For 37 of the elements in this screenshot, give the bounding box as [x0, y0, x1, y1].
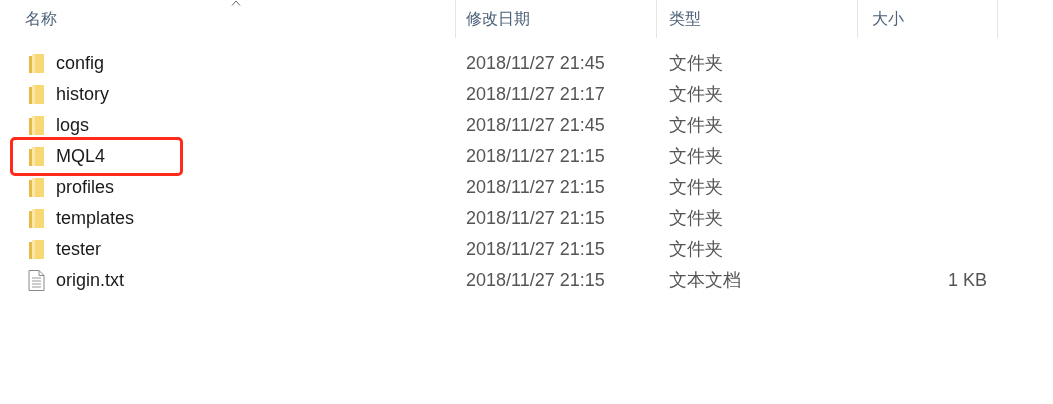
modified-date: 2018/11/27 21:15 [466, 177, 605, 197]
file-type: 文件夹 [669, 208, 723, 228]
file-type: 文件夹 [669, 115, 723, 135]
file-name[interactable]: profiles [56, 174, 115, 201]
file-type: 文件夹 [669, 239, 723, 259]
column-header[interactable]: 大小 [858, 0, 998, 38]
file-name[interactable]: origin.txt [56, 267, 125, 294]
column-header[interactable]: 修改日期 [456, 0, 657, 38]
file-type: 文件夹 [669, 177, 723, 197]
folder-icon [28, 84, 45, 105]
folder-icon [28, 239, 45, 260]
modified-date: 2018/11/27 21:45 [466, 53, 605, 73]
file-name[interactable]: history [56, 81, 109, 108]
modified-date: 2018/11/27 21:15 [466, 146, 605, 166]
file-type: 文件夹 [669, 53, 723, 73]
file-name[interactable]: tester [56, 236, 102, 263]
file-type: 文件夹 [669, 146, 723, 166]
folder-icon [28, 177, 45, 198]
modified-date: 2018/11/27 21:15 [466, 208, 605, 228]
file-type: 文件夹 [669, 84, 723, 104]
modified-date: 2018/11/27 21:15 [466, 270, 605, 290]
folder-icon [28, 208, 45, 229]
text-file-icon [28, 270, 45, 291]
file-name[interactable]: templates [56, 205, 135, 232]
file-name[interactable]: logs [56, 112, 90, 139]
column-header[interactable]: 类型 [657, 0, 858, 38]
file-name[interactable]: MQL4 [56, 143, 106, 170]
modified-date: 2018/11/27 21:45 [466, 115, 605, 135]
modified-date: 2018/11/27 21:17 [466, 84, 605, 104]
file-size: 1 KB [947, 270, 987, 290]
folder-icon [28, 53, 45, 74]
folder-icon [28, 146, 45, 167]
file-name[interactable]: config [56, 50, 105, 77]
modified-date: 2018/11/27 21:15 [466, 239, 605, 259]
file-type: 文本文档 [669, 270, 741, 290]
folder-icon [28, 115, 45, 136]
column-header[interactable]: 名称 [0, 0, 456, 38]
